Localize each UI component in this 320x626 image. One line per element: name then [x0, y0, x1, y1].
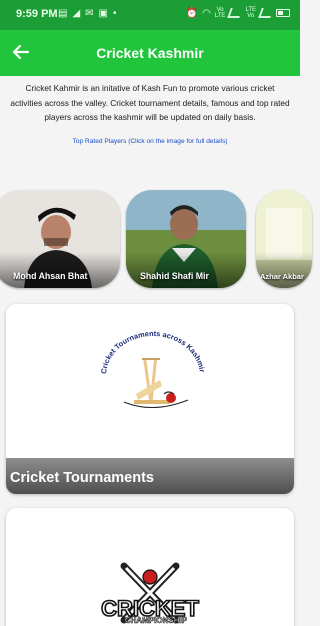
battery-icon — [276, 9, 290, 17]
championship-logo-subtext: CHAMPIONSHIP — [125, 616, 188, 625]
cricket-tournaments-card[interactable]: Cricket Tournaments across Kashmir Crick… — [6, 304, 294, 494]
player-name: Azhar Akbar — [260, 272, 304, 281]
players-carousel[interactable]: Mohd Ahsan Bhat Shahid Shafi Mir Azhar A… — [0, 190, 312, 288]
cast-icon: ▤ — [58, 8, 68, 19]
cricket-championship-card[interactable]: CRICKET CHAMPIONSHIP — [6, 508, 294, 626]
tournaments-logo-text: Cricket Tournaments across Kashmir — [99, 329, 207, 374]
page-title: Cricket Kashmir — [96, 45, 204, 61]
player-name: Shahid Shafi Mir — [140, 271, 209, 281]
mail-icon: ✉ — [85, 8, 94, 19]
telegram-icon: ◢ — [72, 8, 81, 19]
signal-icon — [227, 8, 244, 18]
status-bar: 9:59 PM ▤ ◢ ✉ ▣ • ⏰ ◠ Vo LTE LTE Vo — [0, 0, 300, 30]
player-card-shade — [126, 252, 246, 288]
tournaments-logo: Cricket Tournaments across Kashmir — [99, 329, 207, 409]
championship-logo: CRICKET CHAMPIONSHIP — [100, 562, 200, 625]
wifi-icon: ◠ — [202, 7, 211, 19]
status-right-icons: ⏰ ◠ Vo LTE LTE Vo — [186, 7, 290, 19]
player-card-shade — [0, 252, 120, 288]
signal-icon-2 — [258, 8, 274, 18]
player-card[interactable]: Azhar Akbar — [256, 190, 312, 288]
player-card[interactable]: Shahid Shafi Mir — [126, 190, 246, 288]
network-lte-icon: LTE Vo — [245, 7, 256, 19]
status-left-icons: ▤ ◢ ✉ ▣ • — [58, 8, 117, 20]
player-card-shade — [256, 252, 312, 288]
network-vo-lte-icon: Vo LTE — [214, 7, 226, 19]
dot-icon: • — [113, 8, 117, 19]
top-rated-players-link[interactable]: Top Rated Players (Click on the image fo… — [0, 138, 300, 145]
app-bar: Cricket Kashmir — [0, 30, 300, 76]
player-card[interactable]: Mohd Ahsan Bhat — [0, 190, 120, 288]
tournaments-label: Cricket Tournaments — [10, 470, 154, 486]
notification-icon: ▣ — [98, 8, 108, 19]
player-name: Mohd Ahsan Bhat — [13, 271, 88, 281]
alarm-icon: ⏰ — [185, 7, 199, 19]
intro-text: Cricket Kahmir is an initative of Kash F… — [10, 83, 290, 122]
status-time: 9:59 PM — [16, 8, 58, 20]
